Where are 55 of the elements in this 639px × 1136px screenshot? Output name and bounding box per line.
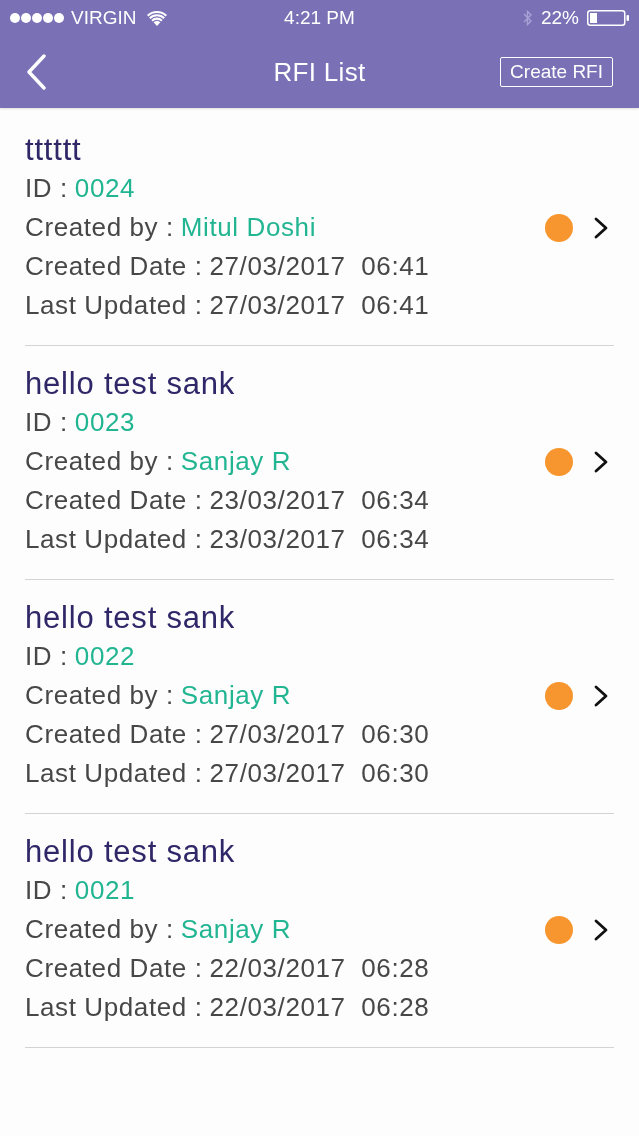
signal-icon bbox=[10, 13, 64, 23]
field-value: 0024 bbox=[74, 173, 136, 203]
rfi-list-item[interactable]: hello test sank ID : 0022 Created by : Sanjay R Created Date : 27/03/2017 06:30 Last Updated : 27/03/2017 06:30 bbox=[25, 580, 614, 814]
field-value: Sanjay R bbox=[180, 914, 292, 944]
field-value: 22/03/2017 06:28 bbox=[209, 953, 430, 983]
create-rfi-button[interactable]: Create RFI bbox=[500, 57, 613, 87]
field-value: 0023 bbox=[74, 407, 136, 437]
rfi-list-item[interactable]: tttttt ID : 0024 Created by : Mitul Doshi Created Date : 27/03/2017 06:41 Last Updated : 27/03/2017 06:41 bbox=[25, 112, 614, 346]
back-button[interactable] bbox=[26, 54, 46, 90]
field-value: Sanjay R bbox=[180, 446, 292, 476]
field-value: 27/03/2017 06:30 bbox=[209, 758, 430, 788]
field-value: 27/03/2017 06:41 bbox=[209, 251, 430, 281]
field-label: Created by : bbox=[25, 680, 174, 710]
rfi-title: hello test sank bbox=[25, 833, 236, 871]
field-label: ID : bbox=[25, 407, 68, 437]
field-label: ID : bbox=[25, 173, 68, 203]
field-label: Created by : bbox=[25, 914, 174, 944]
rfi-list-item[interactable]: hello test sank ID : 0023 Created by : Sanjay R Created Date : 23/03/2017 06:34 Last Updated : 23/03/2017 06:34 bbox=[25, 346, 614, 580]
field-value: Sanjay R bbox=[180, 680, 292, 710]
chevron-right-icon bbox=[594, 918, 608, 941]
field-label: Created Date : bbox=[25, 953, 203, 983]
clock-time: 4:21 PM bbox=[284, 7, 355, 29]
rfi-list-item[interactable]: hello test sank ID : 0021 Created by : Sanjay R Created Date : 22/03/2017 06:28 Last Updated : 22/03/2017 06:28 bbox=[25, 814, 614, 1048]
chevron-right-icon bbox=[594, 450, 608, 473]
rfi-title: hello test sank bbox=[25, 365, 236, 403]
carrier-name: VIRGIN bbox=[71, 7, 137, 29]
field-value: 0022 bbox=[74, 641, 136, 671]
battery-icon bbox=[587, 10, 629, 26]
field-value: Mitul Doshi bbox=[180, 212, 317, 242]
field-label: Last Updated : bbox=[25, 290, 203, 320]
field-label: Created Date : bbox=[25, 719, 203, 749]
field-label: Last Updated : bbox=[25, 992, 203, 1022]
field-label: Created Date : bbox=[25, 485, 203, 515]
field-value: 0021 bbox=[74, 875, 136, 905]
back-icon bbox=[26, 54, 46, 90]
chevron-right-icon bbox=[594, 684, 608, 707]
wifi-icon bbox=[147, 10, 168, 26]
field-label: ID : bbox=[25, 875, 68, 905]
field-label: Last Updated : bbox=[25, 524, 203, 554]
screen-title: RFI List bbox=[273, 56, 366, 88]
field-value: 23/03/2017 06:34 bbox=[209, 524, 430, 554]
chevron-right-icon bbox=[594, 216, 608, 239]
field-value: 23/03/2017 06:34 bbox=[209, 485, 430, 515]
battery-percentage: 22% bbox=[540, 7, 579, 29]
field-label: Created Date : bbox=[25, 251, 203, 281]
field-label: Created by : bbox=[25, 212, 174, 242]
field-value: 27/03/2017 06:30 bbox=[209, 719, 430, 749]
field-value: 22/03/2017 06:28 bbox=[209, 992, 430, 1022]
rfi-title: hello test sank bbox=[25, 599, 236, 637]
rfi-title: tttttt bbox=[25, 131, 82, 169]
bluetooth-icon bbox=[522, 9, 533, 27]
field-label: Last Updated : bbox=[25, 758, 203, 788]
field-label: Created by : bbox=[25, 446, 174, 476]
field-value: 27/03/2017 06:41 bbox=[209, 290, 430, 320]
field-label: ID : bbox=[25, 641, 68, 671]
